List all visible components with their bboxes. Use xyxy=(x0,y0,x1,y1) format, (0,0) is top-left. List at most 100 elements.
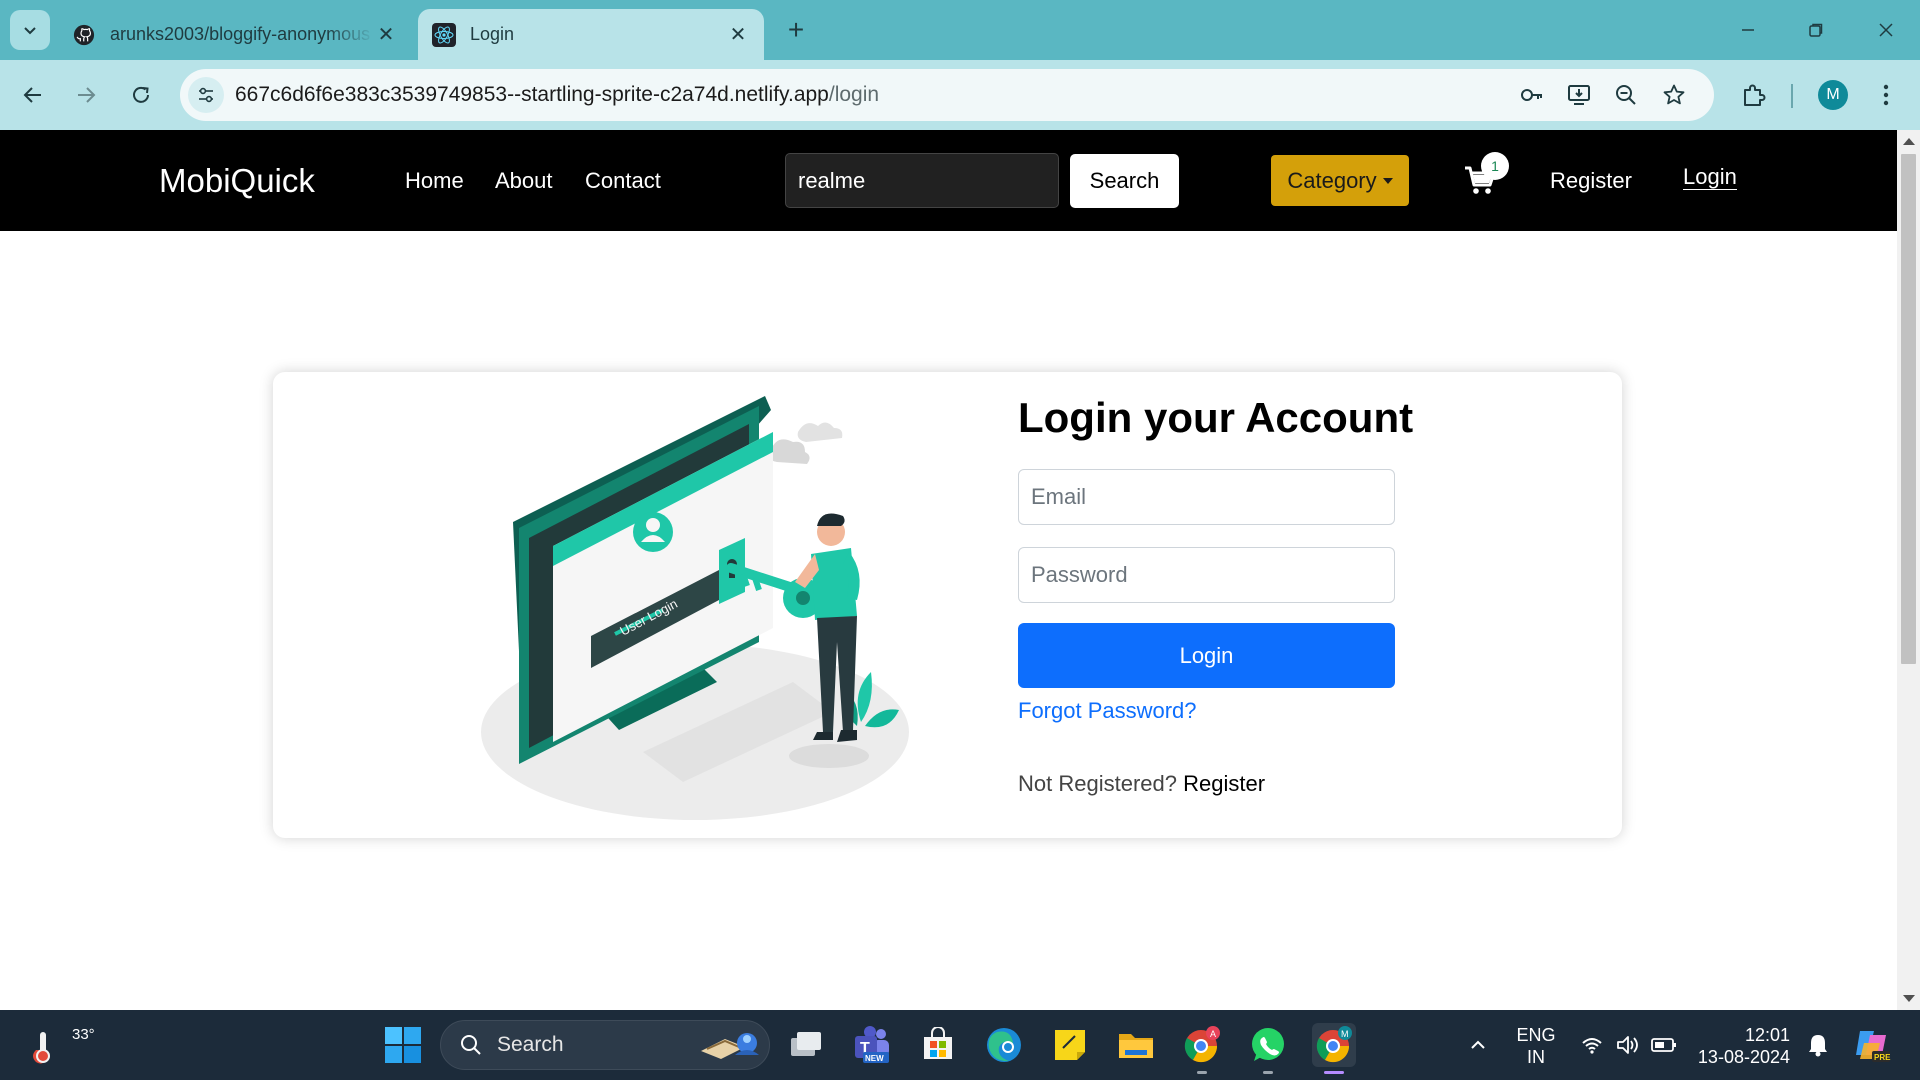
taskbar-search-label: Search xyxy=(497,1033,564,1056)
profile-avatar[interactable]: M xyxy=(1818,80,1848,110)
new-tab-button[interactable]: + xyxy=(780,14,812,46)
input-language-indicator[interactable]: ENG IN xyxy=(1506,1024,1566,1068)
scrollbar-thumb[interactable] xyxy=(1901,154,1916,664)
site-brand[interactable]: MobiQuick xyxy=(159,130,315,231)
category-dropdown[interactable]: Category xyxy=(1271,155,1409,206)
file-explorer-app[interactable] xyxy=(1114,1023,1158,1067)
restore-window-button[interactable] xyxy=(1786,10,1846,50)
forgot-password-link[interactable]: Forgot Password? xyxy=(1018,692,1197,730)
login-submit-button[interactable]: Login xyxy=(1018,623,1395,688)
notifications-button[interactable] xyxy=(1796,1023,1840,1067)
store-icon xyxy=(924,1027,952,1059)
product-search-input[interactable]: realme xyxy=(785,153,1059,208)
star-icon xyxy=(1663,84,1685,105)
address-bar[interactable]: 667c6d6f6e383c3539749853--startling-spri… xyxy=(180,69,1714,121)
clock[interactable]: 12:01 13-08-2024 xyxy=(1690,1024,1790,1068)
arrow-left-icon xyxy=(23,87,41,103)
back-button[interactable] xyxy=(13,75,53,115)
running-indicator xyxy=(1197,1071,1207,1074)
cart-count-badge: 1 xyxy=(1481,152,1509,180)
browser-menu-button[interactable] xyxy=(1868,77,1904,113)
whatsapp-icon xyxy=(1252,1028,1284,1061)
github-icon xyxy=(72,23,96,47)
chrome-profile-a-badge: A xyxy=(1210,1029,1216,1039)
teams-new-badge: NEW xyxy=(865,1054,884,1063)
weather-widget[interactable]: 33° xyxy=(26,1018,95,1072)
zoom-button[interactable] xyxy=(1610,79,1642,111)
reload-button[interactable] xyxy=(121,75,161,115)
bookmark-button[interactable] xyxy=(1658,79,1690,111)
copilot-icon: PRE xyxy=(1856,1031,1891,1062)
register-link[interactable]: Register xyxy=(1183,771,1265,796)
scroll-down-arrow-icon[interactable] xyxy=(1903,995,1915,1002)
tab-title: Login xyxy=(470,24,515,44)
email-field[interactable]: Email xyxy=(1018,469,1395,525)
chrome-app-profile-m[interactable]: M xyxy=(1312,1023,1356,1074)
category-label: Category xyxy=(1287,167,1377,193)
close-window-button[interactable] xyxy=(1856,10,1916,50)
forward-button[interactable] xyxy=(66,75,106,115)
nav-home-link[interactable]: Home xyxy=(405,130,464,231)
login-title: Login your Account xyxy=(1018,394,1414,441)
copilot-button[interactable]: PRE xyxy=(1850,1023,1894,1067)
key-icon xyxy=(1521,89,1542,101)
nav-register-link[interactable]: Register xyxy=(1550,130,1632,231)
time-label: 12:01 xyxy=(1744,1025,1790,1045)
nav-contact-link[interactable]: Contact xyxy=(585,130,661,231)
microsoft-store-app[interactable] xyxy=(916,1023,960,1067)
install-app-button[interactable] xyxy=(1563,79,1595,111)
region-label: IN xyxy=(1527,1047,1545,1067)
nav-about-link[interactable]: About xyxy=(495,130,553,231)
search-button[interactable]: Search xyxy=(1070,154,1179,208)
search-button-label: Search xyxy=(1089,168,1160,193)
teams-app[interactable]: T NEW xyxy=(850,1023,894,1067)
more-vertical-icon xyxy=(1883,84,1889,106)
page-viewport: MobiQuick Home About Contact realme Sear… xyxy=(0,130,1897,1010)
task-view-button[interactable] xyxy=(784,1023,828,1067)
arrow-right-icon xyxy=(78,87,96,103)
start-button[interactable] xyxy=(385,1027,421,1063)
close-tab-icon[interactable]: ✕ xyxy=(374,23,398,47)
language-label: ENG xyxy=(1516,1025,1556,1045)
running-indicator xyxy=(1263,1071,1273,1074)
password-key-button[interactable] xyxy=(1516,79,1548,111)
reload-icon xyxy=(133,86,149,103)
browser-tab-github[interactable]: arunks2003/bloggify-anonymous ✕ xyxy=(58,9,412,60)
nav-login-link[interactable]: Login xyxy=(1683,162,1737,192)
edge-app[interactable] xyxy=(982,1023,1026,1067)
not-registered-text: Not Registered? Register xyxy=(1018,764,1265,804)
browser-tab-login[interactable]: Login ✕ xyxy=(418,9,764,60)
page-scrollbar[interactable] xyxy=(1897,130,1920,1010)
sticky-notes-app[interactable] xyxy=(1048,1023,1092,1067)
whatsapp-app[interactable] xyxy=(1246,1023,1290,1074)
battery-icon xyxy=(1651,1038,1676,1052)
toolbar-divider xyxy=(1791,84,1793,108)
edge-icon xyxy=(987,1028,1021,1062)
minimize-window-button[interactable] xyxy=(1718,10,1778,50)
taskbar-search-box[interactable]: Search xyxy=(440,1020,770,1070)
tune-icon xyxy=(199,87,213,103)
site-navbar: MobiQuick Home About Contact realme Sear… xyxy=(0,130,1897,231)
date-label: 13-08-2024 xyxy=(1697,1047,1790,1067)
chevron-down-icon xyxy=(24,27,36,35)
tab-search-button[interactable] xyxy=(10,10,50,50)
close-tab-icon[interactable]: ✕ xyxy=(726,23,750,47)
extensions-button[interactable] xyxy=(1736,77,1772,113)
url-text: 667c6d6f6e383c3539749853--startling-spri… xyxy=(235,69,879,121)
tab-title: arunks2003/bloggify-anonymous xyxy=(110,24,371,44)
chrome-app-profile-a[interactable]: A xyxy=(1180,1023,1224,1074)
battery-status[interactable] xyxy=(1642,1023,1686,1067)
restore-icon xyxy=(1809,23,1823,37)
scroll-up-arrow-icon[interactable] xyxy=(1903,138,1915,145)
show-hidden-icons-button[interactable] xyxy=(1456,1023,1500,1067)
site-info-button[interactable] xyxy=(188,77,224,113)
zoom-out-icon xyxy=(1616,85,1636,105)
password-field[interactable]: Password xyxy=(1018,547,1395,603)
login-submit-label: Login xyxy=(1179,642,1234,668)
chevron-up-icon xyxy=(1471,1040,1485,1049)
wifi-icon xyxy=(1582,1038,1602,1054)
url-host: 667c6d6f6e383c3539749853--startling-spri… xyxy=(235,83,829,106)
thermometer-icon xyxy=(33,1032,50,1064)
login-card: User Login Login your Account Email Pass… xyxy=(273,372,1622,838)
caret-down-icon xyxy=(1382,177,1393,184)
